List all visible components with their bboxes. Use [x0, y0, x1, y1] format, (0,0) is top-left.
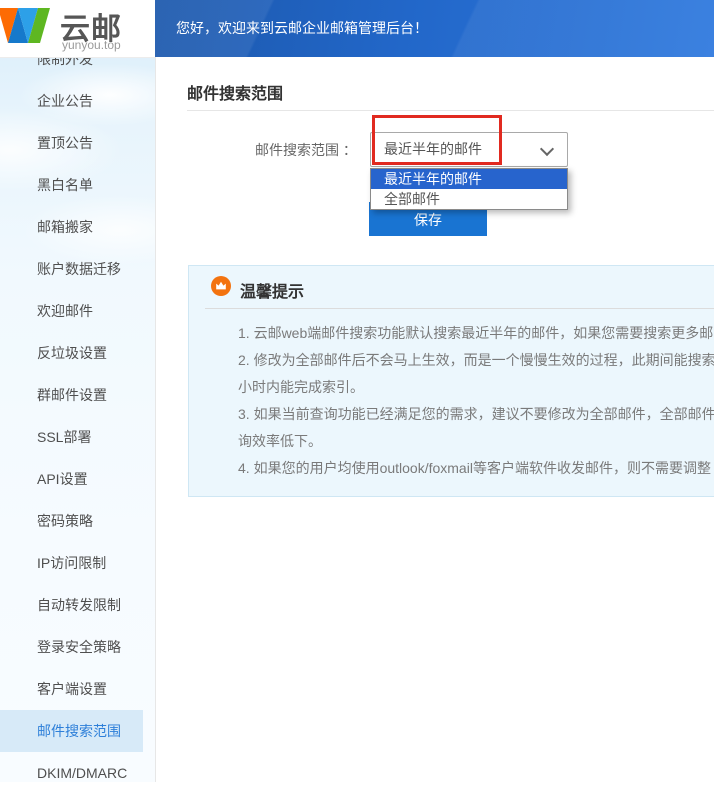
select-value: 最近半年的邮件	[384, 133, 482, 166]
search-range-select[interactable]: 最近半年的邮件	[370, 132, 568, 167]
sidebar-item-ssl-deploy[interactable]: SSL部署	[0, 416, 155, 458]
tip-line: 询效率低下。	[238, 428, 714, 455]
sidebar-item-black-white-list[interactable]: 黑白名单	[0, 164, 155, 206]
dropdown-option-all-mail[interactable]: 全部邮件	[371, 189, 567, 209]
sidebar-nav: 限制外发 企业公告 置顶公告 黑白名单 邮箱搬家 账户数据迁移 欢迎邮件 反垃圾…	[0, 38, 155, 794]
sidebar: 限制外发 企业公告 置顶公告 黑白名单 邮箱搬家 账户数据迁移 欢迎邮件 反垃圾…	[0, 0, 155, 782]
brand-domain: yunyou.top	[62, 38, 121, 52]
search-range-label: 邮件搜索范围 ：	[255, 140, 357, 160]
sidebar-item-dkim-dmarc[interactable]: DKIM/DMARC	[0, 752, 155, 794]
sidebar-item-mail-search-range[interactable]: 邮件搜索范围	[0, 710, 143, 752]
logo[interactable]: 云邮 yunyou.top	[0, 0, 155, 58]
sidebar-item-mailbox-migration[interactable]: 邮箱搬家	[0, 206, 155, 248]
sidebar-item-login-security-policy[interactable]: 登录安全策略	[0, 626, 155, 668]
sidebar-item-welcome-mail[interactable]: 欢迎邮件	[0, 290, 155, 332]
tip-line: 3. 如果当前查询功能已经满足您的需求，建议不要修改为全部邮件，全部邮件	[238, 401, 714, 428]
tip-line: 小时内能完成索引。	[238, 374, 714, 401]
tip-line: 1. 云邮web端邮件搜索功能默认搜索最近半年的邮件，如果您需要搜索更多邮	[238, 320, 714, 347]
sidebar-item-api-settings[interactable]: API设置	[0, 458, 155, 500]
chevron-down-icon	[540, 142, 554, 156]
top-banner: 您好，欢迎来到云邮企业邮箱管理后台！	[155, 0, 714, 57]
page-title: 邮件搜索范围	[187, 80, 283, 104]
sidebar-item-group-mail-settings[interactable]: 群邮件设置	[0, 374, 155, 416]
sidebar-item-company-announcement[interactable]: 企业公告	[0, 80, 155, 122]
logo-mark-icon	[0, 6, 54, 48]
sidebar-item-antispam-settings[interactable]: 反垃圾设置	[0, 332, 155, 374]
search-range-dropdown: 最近半年的邮件 全部邮件	[370, 168, 568, 210]
tips-divider	[205, 308, 714, 309]
title-divider	[187, 110, 714, 111]
dropdown-option-half-year[interactable]: 最近半年的邮件	[371, 169, 567, 189]
tips-list: 1. 云邮web端邮件搜索功能默认搜索最近半年的邮件，如果您需要搜索更多邮 2.…	[238, 320, 714, 482]
sidebar-content-divider	[155, 57, 156, 782]
sidebar-item-ip-access-limit[interactable]: IP访问限制	[0, 542, 155, 584]
welcome-message: 您好，欢迎来到云邮企业邮箱管理后台！	[176, 0, 428, 57]
sidebar-item-account-data-migration[interactable]: 账户数据迁移	[0, 248, 155, 290]
tip-line: 2. 修改为全部邮件后不会马上生效，而是一个慢慢生效的过程，此期间能搜索	[238, 347, 714, 374]
sidebar-item-pinned-announcement[interactable]: 置顶公告	[0, 122, 155, 164]
sidebar-item-client-settings[interactable]: 客户端设置	[0, 668, 155, 710]
tip-line: 4. 如果您的用户均使用outlook/foxmail等客户端软件收发邮件，则不…	[238, 455, 714, 482]
tips-title: 温馨提示	[240, 278, 304, 302]
tips-icon	[211, 276, 231, 296]
sidebar-item-password-policy[interactable]: 密码策略	[0, 500, 155, 542]
sidebar-item-auto-forward-limit[interactable]: 自动转发限制	[0, 584, 155, 626]
